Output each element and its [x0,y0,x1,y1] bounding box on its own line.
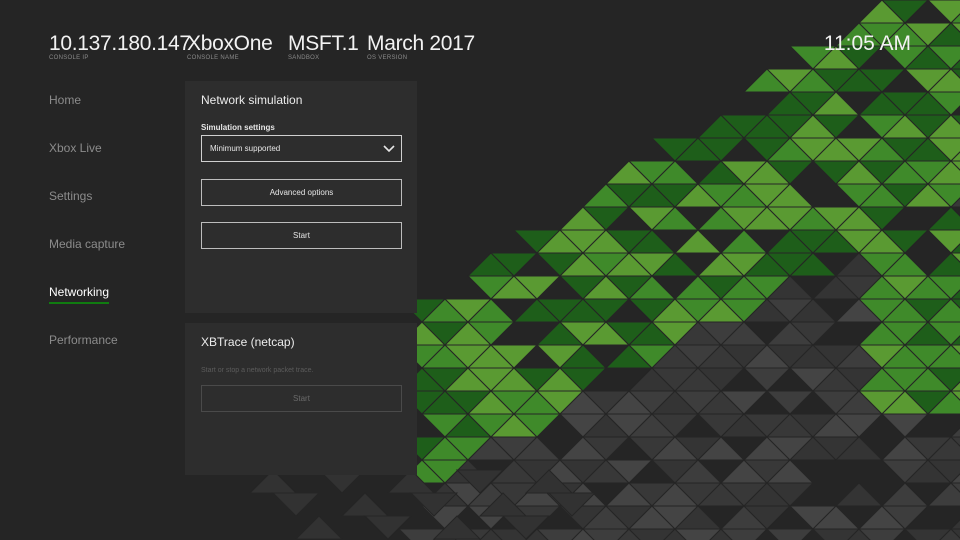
nav-item-label: Settings [49,189,93,203]
chevron-down-icon [383,145,395,153]
background-triangle [880,482,930,507]
nav-item-label: Networking [49,284,110,304]
console-info-header: 10.137.180.147 CONSOLE IP XboxOne CONSOL… [49,32,911,66]
xbtrace-start-button[interactable]: Start [201,385,402,412]
background-triangle [294,515,344,540]
os-version: March 2017 OS VERSION [367,32,475,61]
simulation-settings-label: Simulation settings [201,123,275,132]
nav-item-media-capture[interactable]: Media capture [49,236,169,284]
background-triangle [719,229,769,254]
background-triangle [742,367,792,392]
console-ip-value: 10.137.180.147 [49,32,191,55]
nav-item-label: Media capture [49,237,126,251]
clock: 11:05 AM [823,32,911,55]
xbtrace-panel: XBTrace (netcap) Start or stop a network… [185,323,417,475]
background-triangle [926,206,960,231]
sandbox: MSFT.1 SANDBOX [288,32,359,61]
console-name: XboxOne CONSOLE NAME [187,32,273,61]
nav-item-xbox-live[interactable]: Xbox Live [49,140,169,188]
simulation-start-button[interactable]: Start [201,222,402,249]
nav-item-label: Home [49,93,82,107]
background-triangle [673,229,723,254]
network-simulation-panel: Network simulation Simulation settings M… [185,81,417,313]
background-triangle [949,519,960,530]
panel-title: Network simulation [201,93,303,107]
background-triangle [949,427,960,438]
background-triangle [363,515,413,540]
background-triangle [834,482,884,507]
console-name-value: XboxOne [187,32,273,55]
dropdown-selected-value: Minimum supported [210,144,281,153]
background-triangle [765,528,815,540]
panel-title: XBTrace (netcap) [201,335,295,349]
sidebar-nav: Home Xbox Live Settings Media capture Ne… [49,92,169,380]
background-triangle [765,390,815,415]
nav-item-networking[interactable]: Networking [49,284,169,332]
nav-item-home[interactable]: Home [49,92,169,140]
console-ip: 10.137.180.147 CONSOLE IP [49,32,191,61]
nav-item-label: Performance [49,333,118,347]
simulation-settings-dropdown[interactable]: Minimum supported [201,135,402,162]
sandbox-value: MSFT.1 [288,32,359,55]
background-triangle [271,492,321,517]
nav-item-performance[interactable]: Performance [49,332,169,380]
advanced-options-button[interactable]: Advanced options [201,179,402,206]
nav-item-settings[interactable]: Settings [49,188,169,236]
nav-item-label: Xbox Live [49,141,102,155]
os-version-value: March 2017 [367,32,475,55]
background-triangle [880,413,930,438]
background-triangle [340,492,390,517]
xbtrace-description: Start or stop a network packet trace. [201,367,314,374]
